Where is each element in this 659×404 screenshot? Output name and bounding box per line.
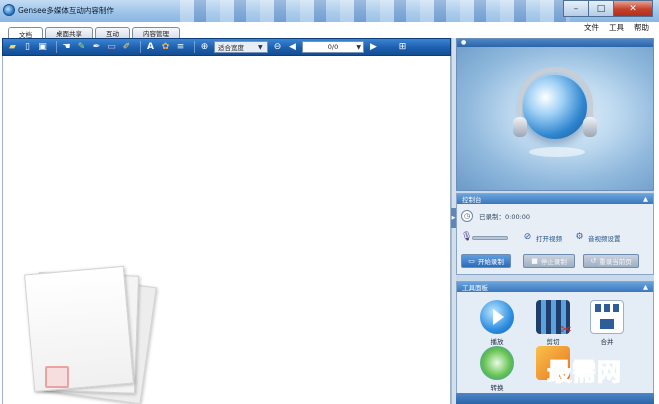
next-page-icon[interactable]: ▶: [368, 42, 379, 53]
play-tool-label: 播放: [490, 338, 504, 346]
stop-record-label: 停止录制: [540, 258, 567, 266]
zoom-select[interactable]: 适合宽度 ▼: [214, 41, 268, 53]
recorded-time: 已录制：0:00:00: [479, 213, 531, 221]
title-bar: Gensee多媒体互动内容制作 – □ ✕: [0, 0, 659, 22]
close-button[interactable]: ✕: [613, 0, 653, 17]
record-time-row: ◷ 已录制：0:00:00: [461, 210, 530, 222]
clock-icon: ◷: [461, 210, 473, 222]
maximize-button[interactable]: □: [588, 0, 614, 17]
empty-document-illustration: [24, 265, 157, 404]
window-title: Gensee多媒体互动内容制作: [18, 6, 114, 15]
play-icon: [480, 300, 514, 334]
video-off-icon: ⊘: [523, 232, 532, 242]
menu-help[interactable]: 帮助: [634, 22, 649, 33]
tools-panel-title: 工具面板: [462, 284, 488, 292]
bottom-panel-strip: [456, 393, 654, 404]
new-document-icon[interactable]: ▯: [22, 42, 33, 53]
save-icon[interactable]: ▣: [37, 42, 48, 53]
window-controls: – □ ✕: [563, 0, 653, 18]
line-width-icon[interactable]: ≡: [175, 42, 186, 53]
chevron-down-icon: ▼: [356, 44, 361, 51]
convert-tool[interactable]: 转换: [477, 346, 517, 392]
audio-video-row: 🎙 ⊘ 打开视频 ⚙ 音视频设置: [461, 232, 633, 243]
zoom-in-icon[interactable]: ⊕: [199, 42, 210, 53]
toolbar-divider: [140, 41, 141, 53]
tab-interaction[interactable]: 互动: [95, 27, 130, 38]
toolbar-divider: [56, 41, 57, 53]
menu-file[interactable]: 文件: [584, 22, 599, 33]
photo-sheet: [24, 265, 134, 393]
tools-panel-header: 工具面板 ▲: [457, 282, 653, 292]
control-panel-header: 控制台 ▲: [457, 194, 653, 204]
undo-icon: ↺: [590, 257, 597, 265]
color-brush-icon[interactable]: ✿: [160, 42, 171, 53]
cut-tool[interactable]: 剪切: [533, 300, 573, 346]
stop-icon: ■: [531, 257, 538, 265]
tab-desktop-share[interactable]: 桌面共享: [45, 27, 93, 38]
document-canvas[interactable]: [2, 56, 451, 404]
film-scissors-icon: [536, 300, 572, 338]
pointer-hand-icon[interactable]: ☚: [61, 42, 72, 53]
stop-record-button[interactable]: ■ 停止录制: [523, 254, 575, 268]
tab-content-management[interactable]: 内容管理: [132, 27, 180, 38]
pencil-icon[interactable]: ✎: [76, 42, 87, 53]
highlighter-icon[interactable]: ✐: [121, 42, 132, 53]
video-preview: ●: [456, 38, 654, 191]
watermark-text: 最需网: [547, 357, 622, 387]
play-tool[interactable]: 播放: [477, 300, 517, 346]
headset-earpiece: [513, 117, 527, 137]
merge-tool-label: 合并: [600, 338, 614, 346]
text-icon[interactable]: A: [145, 42, 156, 53]
gear-icon: ⚙: [575, 232, 584, 242]
pen-icon[interactable]: ✒: [91, 42, 102, 53]
convert-arrows-icon: [480, 346, 514, 380]
prev-page-icon[interactable]: ◀: [287, 42, 298, 53]
minimize-button[interactable]: –: [563, 0, 589, 17]
chevron-down-icon: ▼: [258, 44, 263, 51]
convert-tool-label: 转换: [490, 384, 504, 392]
title-bar-glass: [180, 0, 570, 22]
open-video-link[interactable]: 打开视频: [536, 233, 562, 243]
zoom-select-value: 适合宽度: [218, 44, 244, 52]
app-logo-icon: [3, 4, 15, 16]
menu-tools[interactable]: 工具: [609, 22, 624, 33]
menu-bar: 文件 工具 帮助: [584, 22, 649, 33]
merge-tool[interactable]: 合并: [587, 300, 627, 346]
cut-tool-label: 剪切: [546, 338, 560, 346]
headset-earpiece: [583, 117, 597, 137]
start-record-button[interactable]: ▭ 开始录制: [461, 254, 511, 268]
document-toolbar: ▰ ▯ ▣ ☚ ✎ ✒ ▭ ✐ A ✿ ≡ ⊕ 适合宽度 ▼ ⊖ ◀ 0/0 ▼…: [2, 38, 451, 56]
collapse-icon[interactable]: ▲: [643, 283, 648, 291]
camera-icon: ▭: [468, 257, 475, 265]
eraser-icon[interactable]: ▭: [106, 42, 117, 53]
open-folder-icon[interactable]: ▰: [7, 42, 18, 53]
right-pane: ● 控制台 ▲ ◷ 已录制：0:00:00 🎙 ⊘ 打开视频 ⚙ 音视频设置 ▭…: [456, 38, 654, 404]
merge-icon: [590, 300, 624, 334]
volume-slider[interactable]: [472, 235, 508, 240]
control-panel: 控制台 ▲ ◷ 已录制：0:00:00 🎙 ⊘ 打开视频 ⚙ 音视频设置 ▭ 开…: [456, 193, 654, 275]
start-record-label: 开始录制: [477, 258, 504, 266]
control-panel-title: 控制台: [462, 196, 482, 204]
reset-page-label: 重录当前页: [599, 258, 632, 266]
toolbar-divider: [194, 41, 195, 53]
stamp-icon: [45, 366, 69, 388]
av-settings-link[interactable]: 音视频设置: [588, 233, 621, 243]
headset-icon: [517, 67, 593, 121]
page-selector[interactable]: 0/0 ▼: [302, 41, 364, 53]
reset-page-button[interactable]: ↺ 重录当前页: [583, 254, 639, 268]
video-panel-header: ●: [457, 39, 653, 47]
globe-reflection: [529, 147, 585, 157]
page-value: 0/0: [327, 43, 339, 51]
collapse-icon[interactable]: ▲: [643, 195, 648, 203]
zoom-out-icon[interactable]: ⊖: [272, 42, 283, 53]
microphone-icon[interactable]: 🎙: [461, 232, 472, 243]
grid-icon[interactable]: ⊞: [397, 42, 408, 53]
